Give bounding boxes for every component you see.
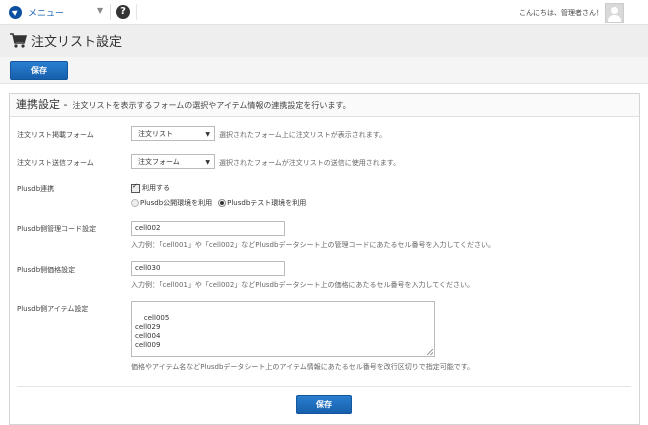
menu-button[interactable]: メニュー [9,5,64,19]
divider [110,4,111,20]
items-label: Plusdb側アイテム設定 [17,305,89,313]
panel-subtitle: 注文リストを表示するフォームの選択やアイテム情報の連携設定を行います。 [72,101,351,110]
display-form-label: 注文リスト掲載フォーム [17,131,94,139]
top-bar: メニュー ▼ ? こんにちは、管理者さん！ [0,0,648,25]
panel-header: 連携設定 - 注文リストを表示するフォームの選択やアイテム情報の連携設定を行いま… [10,94,639,117]
send-form-hint: 選択されたフォームが注文リストの送信に使用されます。 [219,159,401,167]
items-hint: 価格やアイテム名などPlusdbデータシート上のアイテム情報にあたるセル番号を改… [131,363,475,371]
save-button[interactable]: 保存 [10,61,68,80]
items-textarea-value: cell005 cell029 cell004 cell009 [135,314,170,349]
cart-icon [10,33,27,48]
settings-panel: 連携設定 - 注文リストを表示するフォームの選択やアイテム情報の連携設定を行いま… [9,93,640,425]
code-hint: 入力例：「cell001」や「cell002」などPlusdbデータシート上の管… [131,241,496,249]
menu-label: メニュー [28,8,65,19]
page-title: 注文リスト設定 [31,35,123,50]
plusdb-label: Plusdb連携 [17,185,55,193]
code-label: Plusdb側管理コード設定 [17,225,97,233]
send-form-select[interactable]: 注文フォーム ▼ [131,154,215,169]
resize-handle-icon[interactable] [427,349,433,355]
plusdb-env-radio-group: Plusdb公開環境を利用 Plusdbテスト環境を利用 [131,198,312,208]
display-form-hint: 選択されたフォーム上に注文リストが表示されます。 [219,131,387,139]
radio-public-env[interactable] [131,199,139,207]
items-textarea[interactable]: cell005 cell029 cell004 cell009 [131,301,435,357]
divider [136,4,137,20]
radio-test-env[interactable] [218,199,227,207]
avatar[interactable] [605,3,624,23]
plusdb-checkbox-label: 利用する [142,184,170,192]
send-form-value: 注文フォーム [138,158,180,166]
page-header: 注文リスト設定 [0,25,648,57]
navigation-icon [9,5,22,19]
help-icon[interactable]: ? [116,5,130,19]
display-form-value: 注文リスト [138,130,173,138]
price-hint: 入力例：「cell001」や「cell002」などPlusdbデータシート上の価… [131,281,475,289]
toolbar: 保存 [0,57,648,84]
radio-test-env-label: Plusdbテスト環境を利用 [227,199,307,207]
radio-public-env-label: Plusdb公開環境を利用 [140,199,213,207]
divider [17,386,631,387]
save-button-bottom[interactable]: 保存 [296,395,352,414]
plusdb-checkbox-row[interactable]: 利用する [131,182,170,193]
code-input[interactable]: cell002 [131,221,285,236]
panel-title: 連携設定 - [16,98,68,111]
avatar-shoulders [608,15,621,22]
display-form-select[interactable]: 注文リスト ▼ [131,126,215,141]
chevron-down-icon: ▼ [205,131,210,138]
avatar-head [611,7,618,14]
plusdb-checkbox[interactable] [131,182,140,193]
price-label: Plusdb側価格設定 [17,266,76,274]
send-form-label: 注文リスト送信フォーム [17,159,94,167]
chevron-down-icon: ▼ [205,159,210,166]
user-greeting: こんにちは、管理者さん！ [519,9,603,17]
chevron-down-icon[interactable]: ▼ [97,6,103,15]
price-input[interactable]: cell030 [131,261,285,276]
